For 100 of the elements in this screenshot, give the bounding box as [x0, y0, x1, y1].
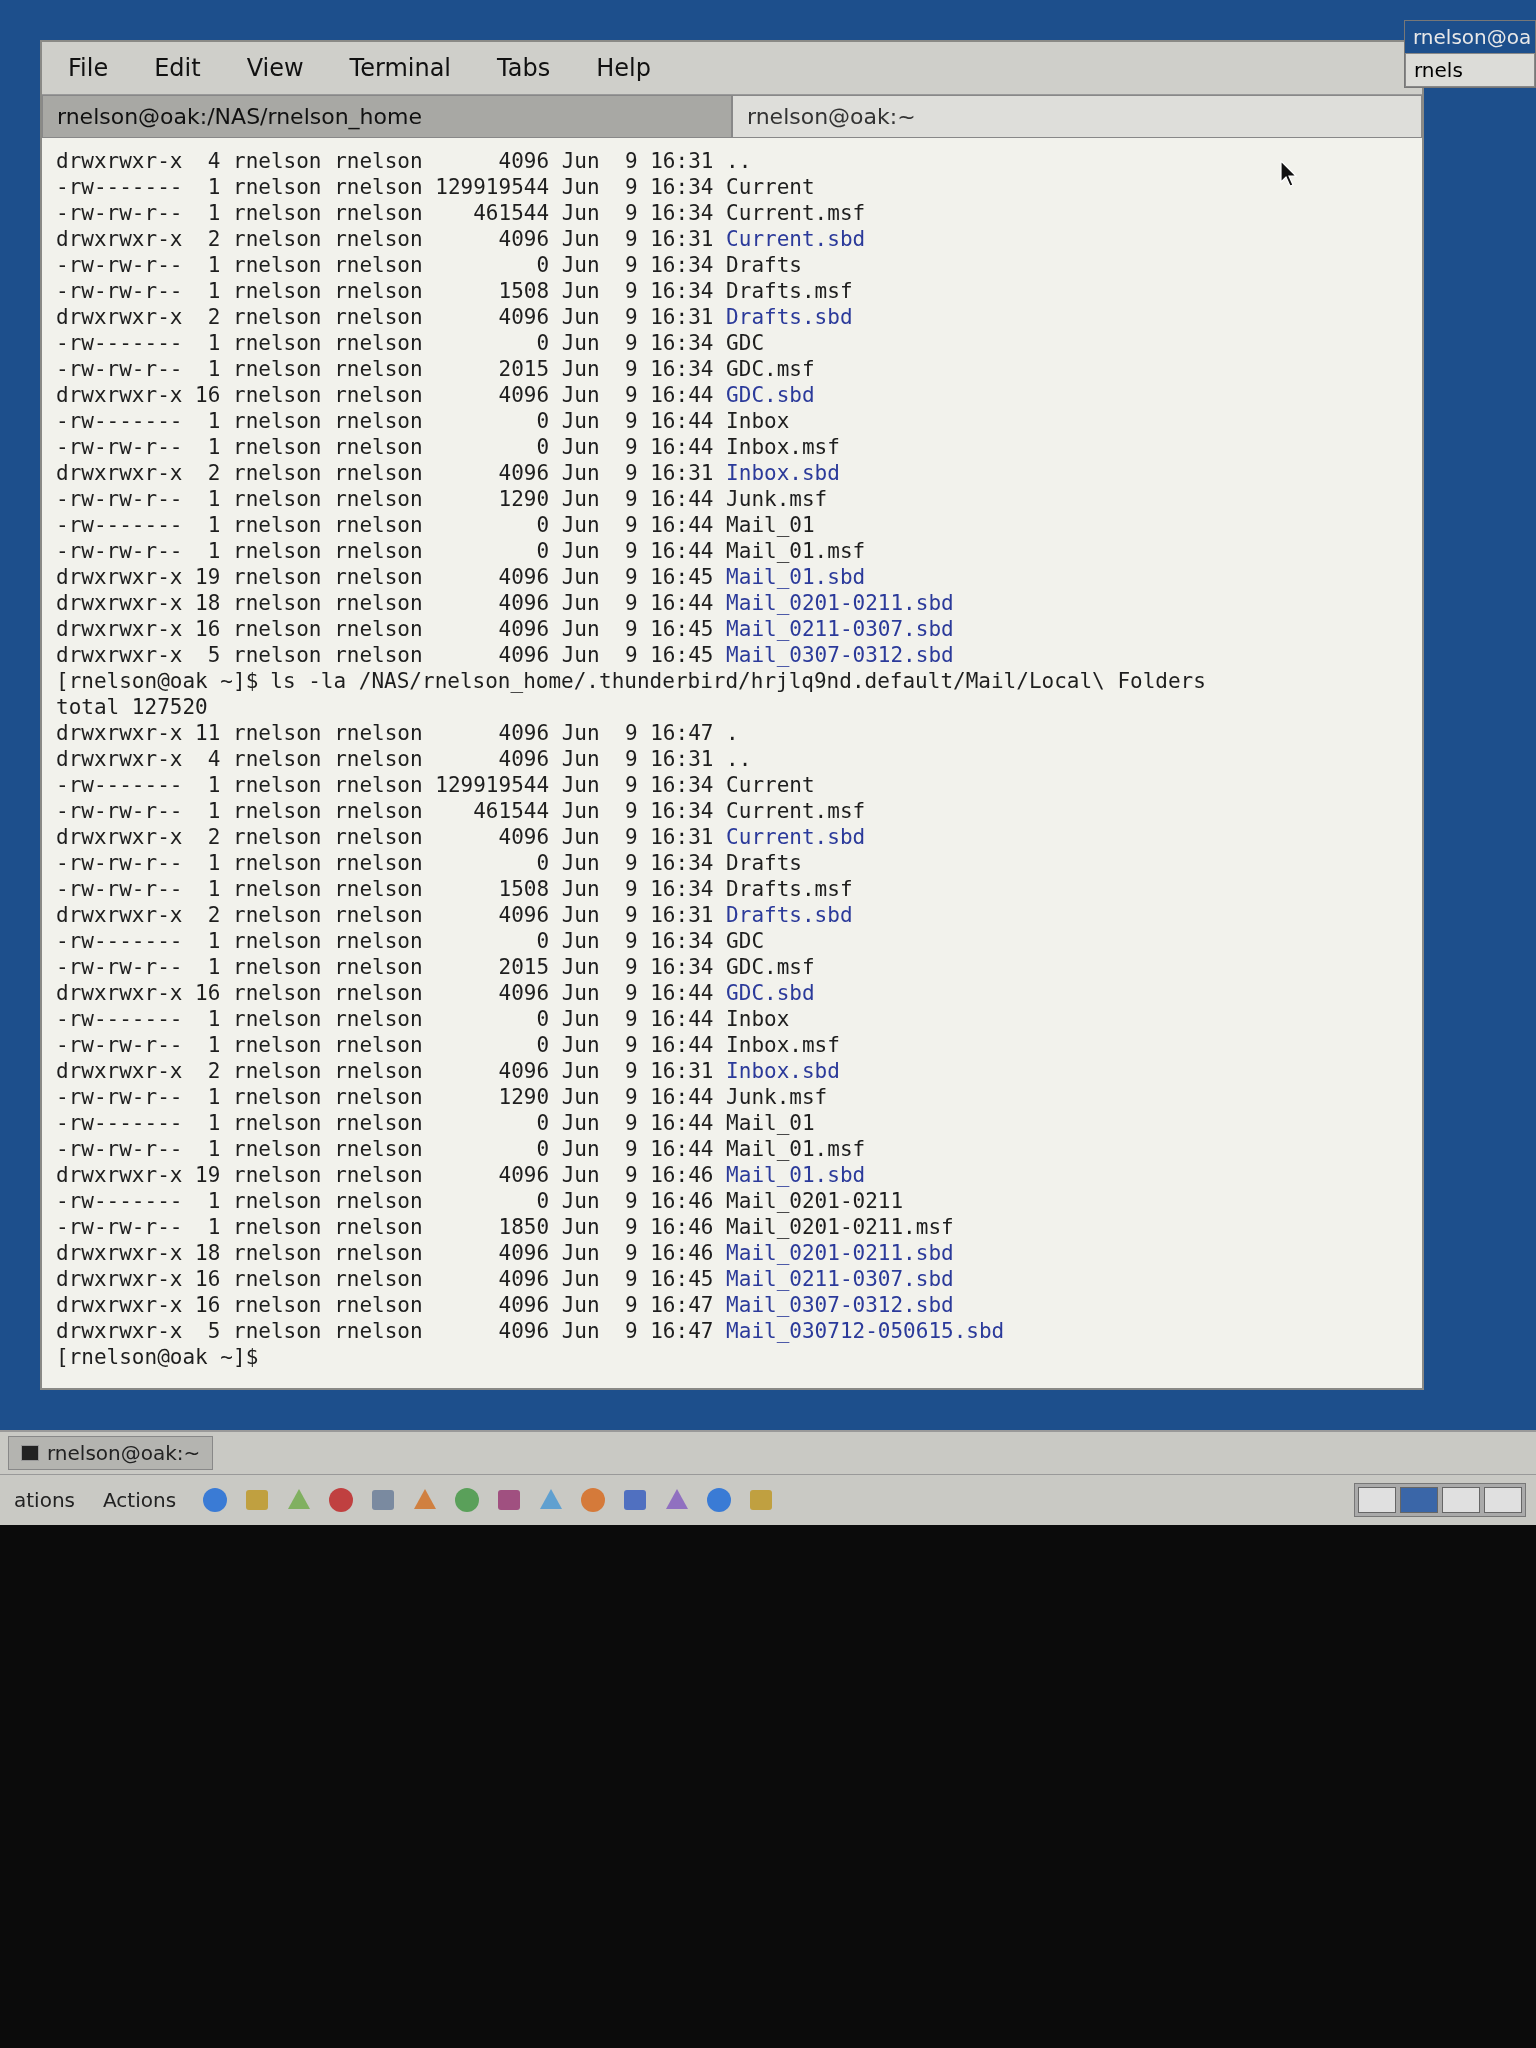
- listing-text: -rw------- 1 rnelson rnelson 0 Jun 9 16:44: [56, 512, 715, 538]
- file-name: Mail_0201-0211.sbd: [726, 590, 954, 616]
- file-name: Current.msf: [726, 200, 866, 226]
- file-name: Inbox.msf: [726, 1032, 840, 1058]
- listing-text: drwxrwxr-x 16 rnelson rnelson 4096 Jun 9 16:44: [56, 980, 715, 1006]
- file-name: Current.sbd: [726, 226, 866, 252]
- panel-menu[interactable]: ations: [10, 1486, 79, 1514]
- file-name: GDC.msf: [726, 356, 815, 382]
- file-name: Mail_01: [726, 512, 815, 538]
- listing-text: -rw-rw-r-- 1 rnelson rnelson 461544 Jun 9 16:34: [56, 200, 715, 226]
- listing-text: -rw------- 1 rnelson rnelson 0 Jun 9 16:46: [56, 1188, 715, 1214]
- file-name: Mail_01.msf: [726, 1136, 866, 1162]
- listing-text: -rw-rw-r-- 1 rnelson rnelson 1508 Jun 9 16:34: [56, 278, 715, 304]
- listing-text: -rw------- 1 rnelson rnelson 129919544 Jun 9 16:34: [56, 772, 715, 798]
- menu-item[interactable]: Tabs: [493, 52, 555, 84]
- shell-prompt: [rnelson@oak ~]$: [56, 1344, 259, 1370]
- listing-text: -rw-rw-r-- 1 rnelson rnelson 461544 Jun 9 16:34: [56, 798, 715, 824]
- listing-text: -rw-rw-r-- 1 rnelson rnelson 1290 Jun 9 16:44: [56, 486, 715, 512]
- panel-menu[interactable]: Actions: [99, 1486, 181, 1514]
- command-text: ls -la /NAS/rnelson_home/.thunderbird/hrjlq9nd.default/Mail/Local\ Folders: [270, 668, 1206, 694]
- listing-text: drwxrwxr-x 2 rnelson rnelson 4096 Jun 9 16:31: [56, 304, 715, 330]
- listing-text: drwxrwxr-x 2 rnelson rnelson 4096 Jun 9 16:31: [56, 824, 715, 850]
- listing-text: -rw-rw-r-- 1 rnelson rnelson 1508 Jun 9 16:34: [56, 876, 715, 902]
- file-name: Inbox: [726, 1006, 790, 1032]
- file-name: Drafts.msf: [726, 278, 853, 304]
- listing-text: -rw-rw-r-- 1 rnelson rnelson 1290 Jun 9 16:44: [56, 1084, 715, 1110]
- file-name: Mail_0201-0211: [726, 1188, 904, 1214]
- mouse-pointer-icon: [1280, 160, 1298, 188]
- listing-text: drwxrwxr-x 2 rnelson rnelson 4096 Jun 9 16:31: [56, 226, 715, 252]
- workspace-switcher[interactable]: [1354, 1483, 1526, 1517]
- file-name: Mail_0201-0211.sbd: [726, 1240, 954, 1266]
- menu-item[interactable]: File: [64, 52, 113, 84]
- file-name: Drafts.sbd: [726, 304, 853, 330]
- file-name: GDC.sbd: [726, 980, 815, 1006]
- listing-text: drwxrwxr-x 18 rnelson rnelson 4096 Jun 9 16:44: [56, 590, 715, 616]
- listing-text: -rw-rw-r-- 1 rnelson rnelson 0 Jun 9 16:44: [56, 434, 715, 460]
- terminal-icon: [21, 1445, 39, 1461]
- file-name: Mail_0307-0312.sbd: [726, 1292, 954, 1318]
- file-name: GDC.sbd: [726, 382, 815, 408]
- file-name: Junk.msf: [726, 1084, 828, 1110]
- file-name: Mail_0201-0211.msf: [726, 1214, 954, 1240]
- listing-text: drwxrwxr-x 4 rnelson rnelson 4096 Jun 9 16:31: [56, 746, 715, 772]
- file-name: Mail_030712-050615.sbd: [726, 1318, 1005, 1344]
- file-name: Mail_0307-0312.sbd: [726, 642, 954, 668]
- listing-text: -rw-rw-r-- 1 rnelson rnelson 0 Jun 9 16:44: [56, 538, 715, 564]
- listing-text: -rw-rw-r-- 1 rnelson rnelson 0 Jun 9 16:44: [56, 1136, 715, 1162]
- file-name: Mail_01.sbd: [726, 1162, 866, 1188]
- file-name: Mail_01.sbd: [726, 564, 866, 590]
- menu-item[interactable]: Edit: [150, 52, 205, 84]
- file-name: Inbox.msf: [726, 434, 840, 460]
- file-name: Mail_01: [726, 1110, 815, 1136]
- listing-text: -rw-rw-r-- 1 rnelson rnelson 2015 Jun 9 16:34: [56, 356, 715, 382]
- file-name: GDC.msf: [726, 954, 815, 980]
- listing-text: drwxrwxr-x 16 rnelson rnelson 4096 Jun 9 16:45: [56, 616, 715, 642]
- listing-text: drwxrwxr-x 5 rnelson rnelson 4096 Jun 9 16:47: [56, 1318, 715, 1344]
- listing-text: drwxrwxr-x 18 rnelson rnelson 4096 Jun 9 16:46: [56, 1240, 715, 1266]
- listing-text: -rw------- 1 rnelson rnelson 0 Jun 9 16:44: [56, 1006, 715, 1032]
- terminal-tab[interactable]: rnelson@oak:/NAS/rnelson_home: [42, 95, 732, 138]
- task-button[interactable]: rnelson@oak:~: [8, 1436, 214, 1470]
- file-name: Current: [726, 772, 815, 798]
- listing-text: -rw-rw-r-- 1 rnelson rnelson 1850 Jun 9 16:46: [56, 1214, 715, 1240]
- file-name: Junk.msf: [726, 486, 828, 512]
- menu-item[interactable]: View: [242, 52, 308, 84]
- listing-text: drwxrwxr-x 5 rnelson rnelson 4096 Jun 9 16:45: [56, 642, 715, 668]
- file-name: Current.sbd: [726, 824, 866, 850]
- file-name: Current.msf: [726, 798, 866, 824]
- terminal-tab[interactable]: rnelson@oak:~: [732, 95, 1422, 138]
- listing-text: -rw-rw-r-- 1 rnelson rnelson 0 Jun 9 16:44: [56, 1032, 715, 1058]
- file-name: Mail_0211-0307.sbd: [726, 1266, 954, 1292]
- file-name: Drafts: [726, 850, 802, 876]
- file-name: GDC: [726, 330, 765, 356]
- listing-text: drwxrwxr-x 16 rnelson rnelson 4096 Jun 9 16:45: [56, 1266, 715, 1292]
- listing-text: drwxrwxr-x 19 rnelson rnelson 4096 Jun 9 16:46: [56, 1162, 715, 1188]
- file-name: .: [726, 720, 739, 746]
- listing-text: -rw-rw-r-- 1 rnelson rnelson 0 Jun 9 16:34: [56, 252, 715, 278]
- terminal-tab[interactable]: rnels: [1405, 53, 1535, 87]
- output-text: total 127520: [56, 694, 208, 720]
- listing-text: drwxrwxr-x 2 rnelson rnelson 4096 Jun 9 16:31: [56, 902, 715, 928]
- listing-text: -rw-rw-r-- 1 rnelson rnelson 0 Jun 9 16:34: [56, 850, 715, 876]
- menu-item[interactable]: Help: [592, 52, 655, 84]
- listing-text: -rw------- 1 rnelson rnelson 0 Jun 9 16:44: [56, 1110, 715, 1136]
- menu-item[interactable]: Terminal: [345, 52, 456, 84]
- listing-text: drwxrwxr-x 11 rnelson rnelson 4096 Jun 9 16:47: [56, 720, 715, 746]
- file-name: Drafts: [726, 252, 802, 278]
- file-name: Inbox.sbd: [726, 460, 840, 486]
- shell-prompt: [rnelson@oak ~]$: [56, 668, 259, 694]
- file-name: Drafts.sbd: [726, 902, 853, 928]
- listing-text: drwxrwxr-x 4 rnelson rnelson 4096 Jun 9 16:31: [56, 148, 715, 174]
- listing-text: drwxrwxr-x 19 rnelson rnelson 4096 Jun 9 16:45: [56, 564, 715, 590]
- file-name: Inbox.sbd: [726, 1058, 840, 1084]
- listing-text: -rw------- 1 rnelson rnelson 0 Jun 9 16:34: [56, 330, 715, 356]
- file-name: Inbox: [726, 408, 790, 434]
- window-title: rnelson@oa: [1405, 21, 1535, 53]
- file-name: Mail_0211-0307.sbd: [726, 616, 954, 642]
- listing-text: -rw------- 1 rnelson rnelson 0 Jun 9 16:34: [56, 928, 715, 954]
- file-name: Mail_01.msf: [726, 538, 866, 564]
- file-name: ..: [726, 746, 752, 772]
- listing-text: drwxrwxr-x 16 rnelson rnelson 4096 Jun 9 16:44: [56, 382, 715, 408]
- file-name: ..: [726, 148, 752, 174]
- listing-text: -rw------- 1 rnelson rnelson 129919544 Jun 9 16:34: [56, 174, 715, 200]
